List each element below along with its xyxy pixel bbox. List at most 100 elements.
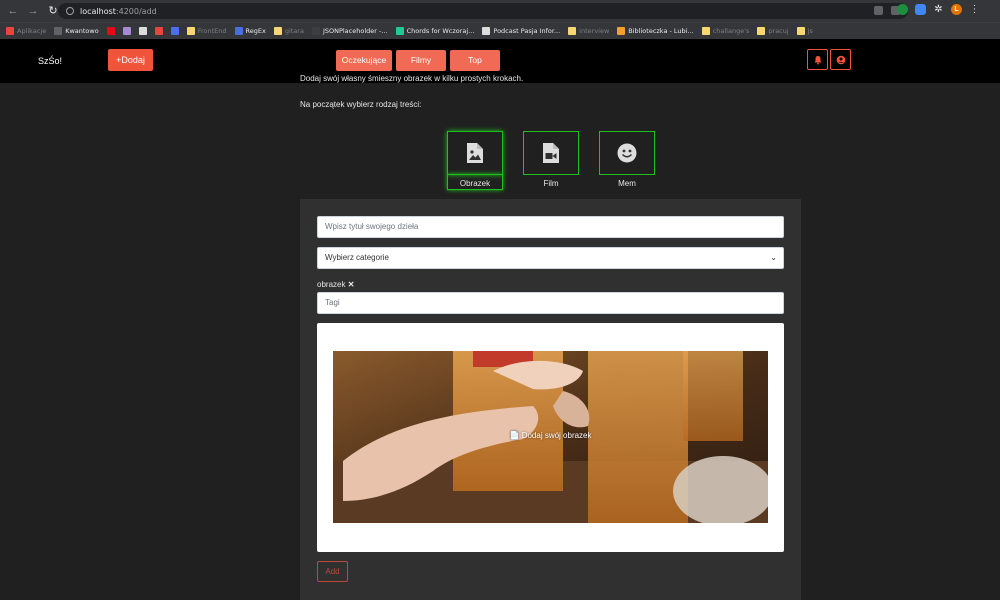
bookmark-label: Kwantowo (65, 27, 99, 35)
bookmark-item[interactable]: FrontEnd (186, 27, 227, 35)
bookmark-favicon-icon (138, 27, 147, 35)
type-option-box (523, 131, 579, 175)
bookmark-favicon-icon (54, 27, 63, 35)
image-file-icon (467, 143, 483, 163)
bookmark-favicon-icon (6, 27, 14, 35)
browser-toolbar: ← → ↻ localhost:4200/add ✲ L ⋮ (0, 0, 1000, 22)
bookmark-favicon-icon (170, 27, 179, 35)
nav-tabs: Oczekujące Filmy Top (336, 50, 500, 71)
bookmark-item[interactable]: Podcast Pasja Infor... (482, 27, 560, 35)
bell-icon (814, 55, 821, 64)
bookmark-label: Aplikacje (17, 27, 47, 35)
bookmark-favicon-icon (395, 27, 404, 35)
bookmark-item[interactable]: gitara (273, 27, 304, 35)
bookmarks-bar: Aplikacje Kwantowo FrontEnd RegEx gitara JSON… (0, 22, 1000, 39)
bookmark-item[interactable]: Biblioteczka - Lubi... (617, 27, 694, 35)
url-text: localhost:4200/add (80, 7, 157, 16)
bookmark-favicon-icon (796, 27, 805, 35)
bookmark-item[interactable] (154, 27, 163, 35)
category-select[interactable]: Wybierz categorie ⌄ (317, 247, 784, 269)
bookmark-favicon-icon (154, 27, 163, 35)
back-icon[interactable]: ← (6, 4, 20, 18)
address-bar[interactable]: localhost:4200/add (58, 3, 908, 19)
bookmark-favicon-icon (568, 27, 577, 35)
bookmark-label: gitara (284, 27, 304, 35)
upload-label[interactable]: 📄 Dodaj swój obrazek (333, 431, 768, 440)
bookmark-favicon-icon (273, 27, 282, 35)
brand-logo[interactable]: SzŚo! (38, 56, 62, 66)
bookmark-item[interactable] (138, 27, 147, 35)
type-option-obrazek[interactable]: Obrazek (447, 131, 503, 190)
intro-text: Dodaj swój własny śmieszny obrazek w kil… (300, 74, 524, 83)
type-option-box (447, 131, 503, 175)
profile-button[interactable] (830, 49, 851, 70)
bookmark-label: FrontEnd (197, 27, 227, 35)
smile-icon (617, 143, 637, 163)
bookmark-favicon-icon (106, 27, 115, 35)
bookmark-item[interactable]: JSONPlaceholder -... (311, 27, 388, 35)
bookmark-label: Chords for Wczoraj... (406, 27, 475, 35)
bookmark-item[interactable]: RegEx (234, 27, 266, 35)
type-option-mem[interactable]: Mem (599, 131, 655, 188)
bookmark-label: interview (579, 27, 610, 35)
add-post-button[interactable]: +Dodaj (108, 49, 153, 71)
bookmark-label: Biblioteczka - Lubi... (628, 27, 694, 35)
choose-type-text: Na początek wybierz rodzaj treści: (300, 100, 422, 109)
profile-avatar[interactable]: L (951, 4, 962, 15)
bookmark-item[interactable]: js (796, 27, 813, 35)
notifications-button[interactable] (807, 49, 828, 70)
bookmark-label: challange's (712, 27, 750, 35)
type-option-film[interactable]: Film (523, 131, 579, 188)
bookmark-label: Podcast Pasja Infor... (493, 27, 561, 35)
bookmark-favicon-icon (757, 27, 766, 35)
url-path: :4200/add (115, 6, 157, 16)
video-file-icon (543, 143, 559, 163)
type-option-label: Film (543, 179, 559, 188)
bookmark-favicon-icon (234, 27, 243, 35)
bookmark-favicon-icon (482, 27, 491, 35)
type-option-label: Obrazek (447, 174, 503, 190)
add-submit-button[interactable]: Add (317, 561, 348, 582)
tab-top[interactable]: Top (450, 50, 500, 71)
extension-translate-icon[interactable] (915, 4, 926, 15)
upload-label-text: Dodaj swój obrazek (521, 431, 592, 440)
tab-filmy[interactable]: Filmy (396, 50, 446, 71)
extensions-puzzle-icon[interactable]: ✲ (933, 4, 944, 15)
key-icon[interactable] (874, 6, 883, 15)
tags-input[interactable]: Tagi (317, 292, 784, 314)
browser-menu-icon[interactable]: ⋮ (969, 4, 980, 15)
bookmark-favicon-icon (701, 27, 710, 35)
uploaded-image-preview: 📄 Dodaj swój obrazek (333, 351, 768, 523)
bookmark-item[interactable] (106, 27, 115, 35)
bookmark-item[interactable]: interview (568, 27, 609, 35)
bookmark-item[interactable] (122, 27, 131, 35)
bookmark-item[interactable]: Kwantowo (54, 27, 99, 35)
bookmark-item[interactable]: Chords for Wczoraj... (395, 27, 475, 35)
url-host: localhost (80, 6, 116, 16)
bookmark-item[interactable]: Aplikacje (6, 27, 46, 35)
bookmark-label: RegEx (245, 27, 266, 35)
type-option-box (599, 131, 655, 175)
add-form-panel: Wpisz tytuł swojego dzieła Wybierz categ… (300, 199, 801, 600)
tab-oczekujace[interactable]: Oczekujące (336, 50, 392, 71)
image-upload-dropzone[interactable]: 📄 Dodaj swój obrazek (317, 323, 784, 552)
bookmark-favicon-icon (311, 27, 320, 35)
forward-icon[interactable]: → (26, 4, 40, 18)
title-input[interactable]: Wpisz tytuł swojego dzieła (317, 216, 784, 238)
bookmark-favicon-icon (122, 27, 131, 35)
user-circle-icon (836, 55, 845, 64)
chevron-down-icon: ⌄ (770, 253, 777, 262)
tag-chip: obrazek ✕ (317, 280, 354, 289)
bookmark-label: JSONPlaceholder -... (322, 27, 388, 35)
bookmark-favicon-icon (186, 27, 195, 35)
remove-tag-icon[interactable]: ✕ (348, 280, 355, 289)
type-option-label: Mem (618, 179, 636, 188)
category-select-value: Wybierz categorie (325, 253, 389, 262)
site-info-icon[interactable] (66, 7, 74, 15)
bookmark-item[interactable]: pracuj (757, 27, 789, 35)
bookmark-item[interactable] (170, 27, 179, 35)
bookmark-favicon-icon (617, 27, 626, 35)
bookmark-item[interactable]: challange's (701, 27, 750, 35)
extension-green-icon[interactable] (897, 4, 908, 15)
bookmark-label: js (807, 27, 813, 35)
